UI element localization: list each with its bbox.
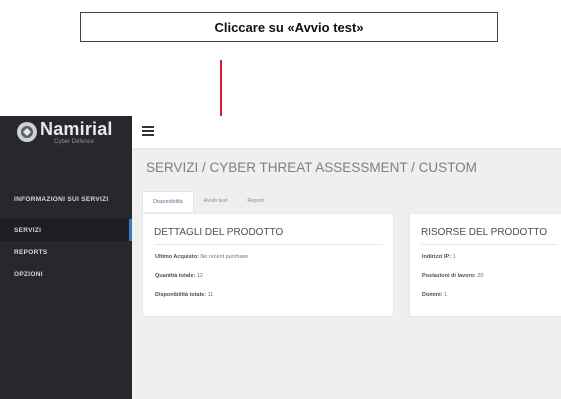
sidebar-item-opzioni[interactable]: OPZIONI: [0, 263, 132, 285]
product-resources-card: RISORSE DEL PRODOTTO Indirizzi IP: 1 Pos…: [409, 213, 561, 317]
last-purchase-row: Ultimo Acquisto: No recent purchase: [155, 254, 393, 260]
domains-row: Domini: 1: [422, 292, 561, 298]
tab-bar: Disponibilità Avvio test Report: [142, 191, 274, 213]
last-purchase-value: No recent purchase: [200, 254, 249, 260]
tab-disponibilita[interactable]: Disponibilità: [142, 191, 194, 212]
sidebar-item-reports[interactable]: REPORTS: [0, 241, 132, 263]
sidebar: Namirial Cyber Defence INFORMAZIONI SUI …: [0, 116, 132, 399]
last-purchase-label: Ultimo Acquisto:: [155, 254, 199, 260]
brand-name: Namirial: [40, 118, 113, 139]
tab-avvio-test[interactable]: Avvio test: [194, 191, 238, 211]
total-quantity-row: Quantità totale: 12: [155, 273, 393, 279]
instruction-callout: Cliccare su «Avvio test»: [80, 12, 498, 42]
sidebar-item-informazioni[interactable]: INFORMAZIONI SUI SERVIZI: [0, 194, 132, 219]
product-details-card: DETTAGLI DEL PRODOTTO Ultimo Acquisto: N…: [142, 213, 394, 317]
ip-addresses-row: Indirizzi IP: 1: [422, 254, 561, 260]
top-bar: [132, 116, 561, 149]
workstations-row: Postazioni di lavoro: 20: [422, 273, 561, 279]
total-availability-row: Disponibilità totale: 11: [155, 292, 393, 298]
logo-mark-icon: [17, 122, 37, 142]
tab-report[interactable]: Report: [237, 191, 274, 211]
domains-label: Domini:: [422, 292, 443, 298]
ip-addresses-label: Indirizzi IP:: [422, 254, 452, 260]
brand-logo[interactable]: Namirial Cyber Defence: [0, 116, 132, 148]
sidebar-nav: INFORMAZIONI SUI SERVIZI SERVIZI REPORTS…: [0, 194, 132, 285]
hamburger-icon[interactable]: [142, 126, 154, 136]
total-availability-value: 11: [207, 292, 214, 298]
main-content: SERVIZI / CYBER THREAT ASSESSMENT / CUST…: [132, 149, 561, 399]
total-quantity-value: 12: [196, 273, 203, 279]
sidebar-item-servizi[interactable]: SERVIZI: [0, 219, 132, 241]
workstations-label: Postazioni di lavoro:: [422, 273, 476, 279]
breadcrumb: SERVIZI / CYBER THREAT ASSESSMENT / CUST…: [146, 160, 477, 175]
total-quantity-label: Quantità totale:: [155, 273, 196, 279]
ip-addresses-value: 1: [452, 254, 456, 260]
domains-value: 1: [444, 292, 448, 298]
brand-tagline: Cyber Defence: [54, 138, 95, 145]
workstations-value: 20: [477, 273, 484, 279]
app-window: Namirial Cyber Defence INFORMAZIONI SUI …: [0, 116, 561, 399]
total-availability-label: Disponibilità totale:: [155, 292, 207, 298]
product-resources-title: RISORSE DEL PRODOTTO: [421, 227, 558, 245]
product-details-title: DETTAGLI DEL PRODOTTO: [154, 227, 383, 245]
